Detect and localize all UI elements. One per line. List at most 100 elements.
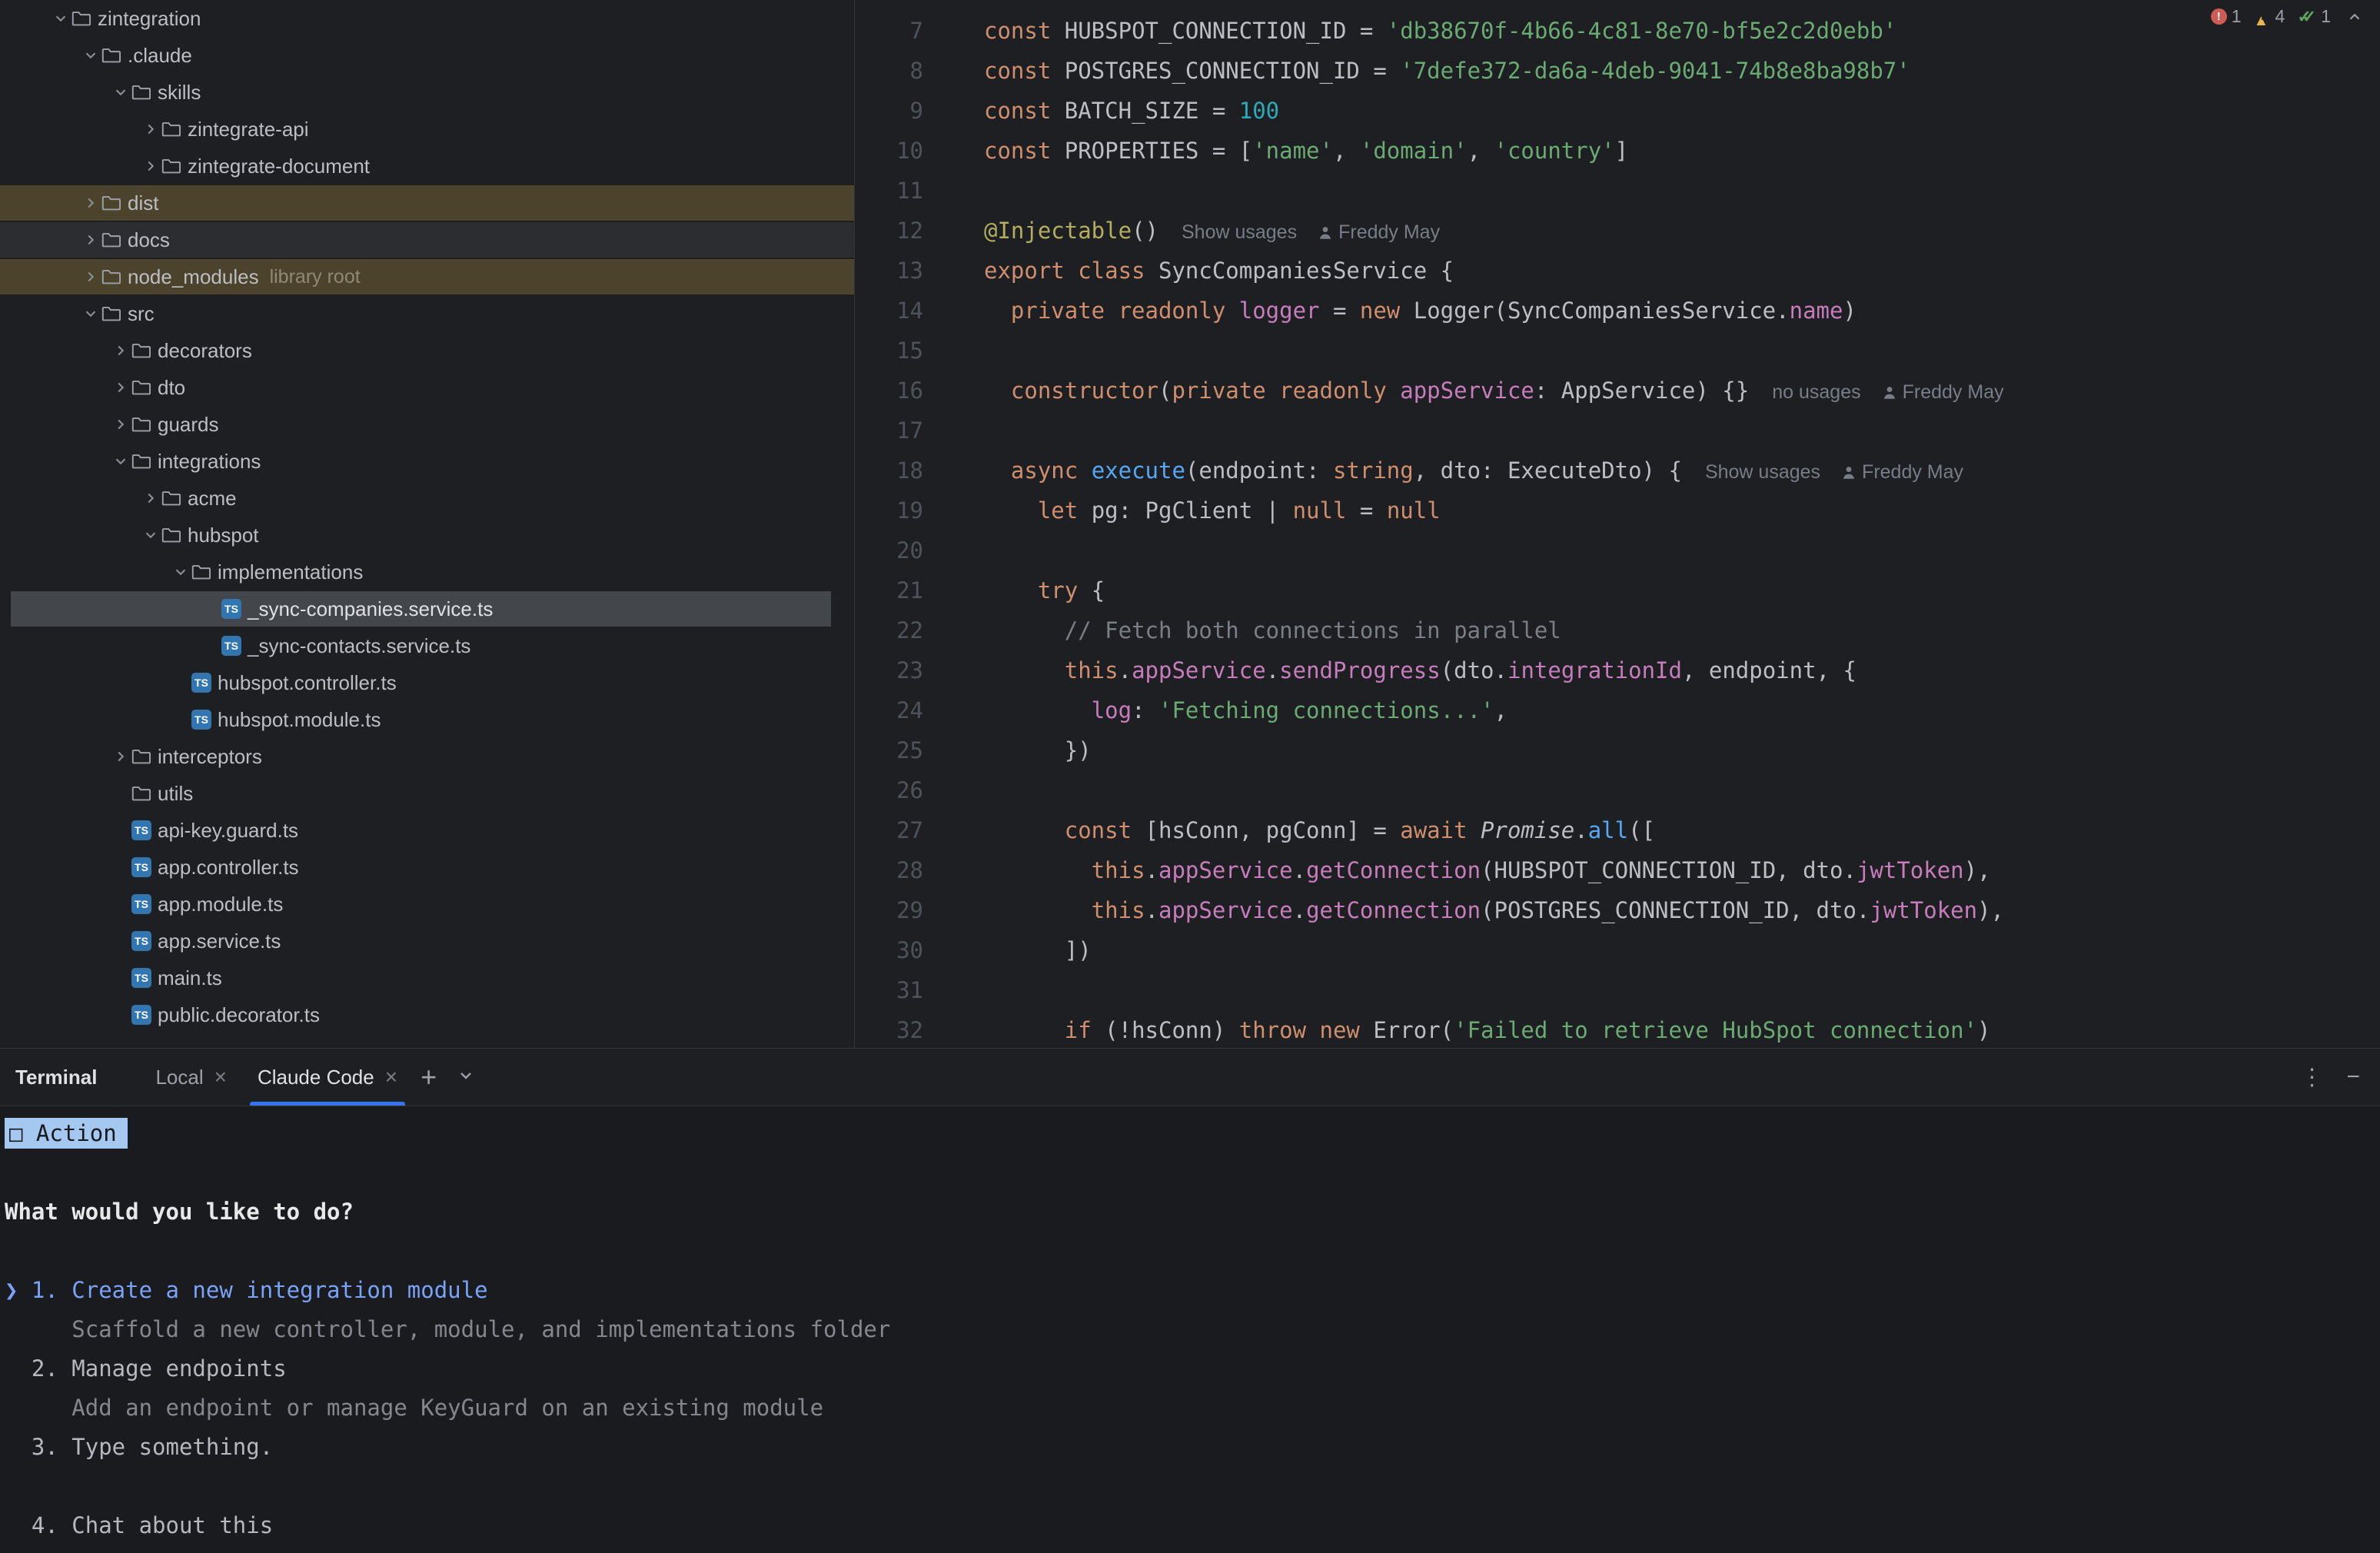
terminal-tab-local[interactable]: Local× — [140, 1049, 242, 1106]
line-number[interactable]: 9 — [856, 91, 923, 131]
usages-hint[interactable]: no usages — [1772, 381, 1860, 403]
usages-hint[interactable]: Show usages — [1182, 221, 1297, 243]
line-number[interactable]: 30 — [856, 930, 923, 970]
code-line[interactable] — [984, 530, 2004, 570]
chevron-right-icon[interactable] — [80, 221, 101, 258]
code-line[interactable]: this.appService.sendProgress(dto.integra… — [984, 650, 2004, 690]
line-number[interactable]: 24 — [856, 690, 923, 730]
new-terminal-button[interactable]: + — [420, 1063, 437, 1091]
usages-hint[interactable]: Show usages — [1705, 461, 1820, 483]
line-number[interactable]: 16 — [856, 371, 923, 411]
chevron-right-icon[interactable] — [80, 258, 101, 295]
tree-item-docs[interactable]: docs — [0, 221, 854, 258]
line-number[interactable]: 18 — [856, 451, 923, 491]
tree-item-main-ts[interactable]: TSmain.ts — [0, 959, 854, 996]
tree-item-zintegrate-api[interactable]: zintegrate-api — [0, 111, 854, 148]
editor-code-pane[interactable]: const HUBSPOT_CONNECTION_ID = 'db38670f-… — [984, 0, 2004, 1048]
code-line[interactable]: const HUBSPOT_CONNECTION_ID = 'db38670f-… — [984, 11, 2004, 51]
chevron-down-icon[interactable] — [110, 443, 131, 480]
line-number[interactable]: 25 — [856, 730, 923, 770]
tree-item-decorators[interactable]: decorators — [0, 332, 854, 369]
warning-count[interactable]: ▲! 4 — [2254, 6, 2285, 27]
chevron-right-icon[interactable] — [140, 111, 161, 148]
chevron-down-icon[interactable] — [80, 295, 101, 332]
inspections-widget[interactable]: ! 1 ▲! 4 ✓✓ 1 — [2211, 6, 2363, 27]
tree-item-hubspot[interactable]: hubspot — [0, 517, 854, 554]
tree-item-dist[interactable]: dist — [0, 185, 854, 221]
code-line[interactable]: this.appService.getConnection(POSTGRES_C… — [984, 890, 2004, 930]
chevron-right-icon[interactable] — [140, 148, 161, 185]
line-number[interactable]: 29 — [856, 890, 923, 930]
chevron-right-icon[interactable] — [110, 738, 131, 775]
line-number[interactable]: 28 — [856, 850, 923, 890]
line-number[interactable]: 8 — [856, 51, 923, 91]
line-number[interactable]: 17 — [856, 411, 923, 451]
line-number[interactable]: 13 — [856, 251, 923, 291]
code-line[interactable]: @Injectable()Show usagesFreddy May — [984, 211, 2004, 251]
more-options-icon[interactable]: ⋮ — [2300, 1064, 2323, 1091]
line-number[interactable]: 23 — [856, 650, 923, 690]
tree-item-hubspot-controller-ts[interactable]: TShubspot.controller.ts — [0, 664, 854, 701]
code-line[interactable] — [984, 171, 2004, 211]
code-line[interactable]: const POSTGRES_CONNECTION_ID = '7defe372… — [984, 51, 2004, 91]
author-hint[interactable]: Freddy May — [1881, 381, 2004, 403]
chevron-up-icon[interactable] — [2346, 8, 2363, 25]
close-icon[interactable]: × — [385, 1066, 397, 1088]
chevron-down-icon[interactable] — [110, 74, 131, 111]
chevron-down-icon[interactable] — [457, 1066, 475, 1089]
tree-item-app-module-ts[interactable]: TSapp.module.ts — [0, 886, 854, 923]
chevron-right-icon[interactable] — [110, 369, 131, 406]
tree-item-app-service-ts[interactable]: TSapp.service.ts — [0, 923, 854, 959]
line-number[interactable]: 26 — [856, 770, 923, 810]
tree-item-guards[interactable]: guards — [0, 406, 854, 443]
passed-count[interactable]: ✓✓ 1 — [2297, 6, 2331, 27]
code-line[interactable]: let pg: PgClient | null = null — [984, 491, 2004, 530]
code-line[interactable]: private readonly logger = new Logger(Syn… — [984, 291, 2004, 331]
chevron-right-icon[interactable] — [140, 480, 161, 517]
line-number[interactable]: 7 — [856, 11, 923, 51]
code-line[interactable]: const [hsConn, pgConn] = await Promise.a… — [984, 810, 2004, 850]
tree-item-src[interactable]: src — [0, 295, 854, 332]
line-number[interactable]: 19 — [856, 491, 923, 530]
author-hint[interactable]: Freddy May — [1840, 461, 1963, 483]
chevron-right-icon[interactable] — [110, 406, 131, 443]
line-number[interactable]: 21 — [856, 570, 923, 610]
code-line[interactable]: async execute(endpoint: string, dto: Exe… — [984, 451, 2004, 491]
code-line[interactable]: if (!hsConn) throw new Error('Failed to … — [984, 1010, 2004, 1048]
terminal-line[interactable]: 2. Manage endpoints — [5, 1349, 2380, 1388]
code-line[interactable]: this.appService.getConnection(HUBSPOT_CO… — [984, 850, 2004, 890]
code-line[interactable]: constructor(private readonly appService:… — [984, 371, 2004, 411]
tree-item-implementations[interactable]: implementations — [0, 554, 854, 590]
minimize-icon[interactable]: − — [2346, 1064, 2360, 1090]
terminal-output[interactable]: □ ActionWhat would you like to do?❯ 1. C… — [0, 1106, 2380, 1545]
tree-item-public-decorator-ts[interactable]: TSpublic.decorator.ts — [0, 996, 854, 1033]
chevron-right-icon[interactable] — [110, 332, 131, 369]
code-line[interactable] — [984, 411, 2004, 451]
code-line[interactable]: }) — [984, 730, 2004, 770]
tree-item-sync-companies-service-ts[interactable]: TS_sync-companies.service.ts — [0, 590, 854, 627]
line-number[interactable]: 22 — [856, 610, 923, 650]
code-editor[interactable]: 7891011121314151617181920212223242526272… — [856, 0, 2380, 1048]
code-line[interactable]: // Fetch both connections in parallel — [984, 610, 2004, 650]
line-number[interactable]: 12 — [856, 211, 923, 251]
close-icon[interactable]: × — [214, 1066, 227, 1088]
line-number[interactable]: 14 — [856, 291, 923, 331]
code-line[interactable]: try { — [984, 570, 2004, 610]
terminal-line[interactable]: ❯ 1. Create a new integration module — [5, 1271, 2380, 1310]
terminal-line[interactable]: 4. Chat about this — [5, 1506, 2380, 1545]
line-number[interactable]: 27 — [856, 810, 923, 850]
tree-item-dto[interactable]: dto — [0, 369, 854, 406]
chevron-down-icon[interactable] — [80, 37, 101, 74]
tree-item-utils[interactable]: utils — [0, 775, 854, 812]
tree-item-node-modules[interactable]: node_moduleslibrary root — [0, 258, 854, 295]
code-line[interactable]: const BATCH_SIZE = 100 — [984, 91, 2004, 131]
tree-item-interceptors[interactable]: interceptors — [0, 738, 854, 775]
code-line[interactable]: log: 'Fetching connections...', — [984, 690, 2004, 730]
chevron-down-icon[interactable] — [50, 0, 71, 37]
terminal-line[interactable]: 3. Type something. — [5, 1428, 2380, 1467]
tree-item-app-controller-ts[interactable]: TSapp.controller.ts — [0, 849, 854, 886]
tree-item-integrations[interactable]: integrations — [0, 443, 854, 480]
error-count[interactable]: ! 1 — [2211, 6, 2242, 27]
line-number[interactable]: 11 — [856, 171, 923, 211]
line-number[interactable]: 31 — [856, 970, 923, 1010]
